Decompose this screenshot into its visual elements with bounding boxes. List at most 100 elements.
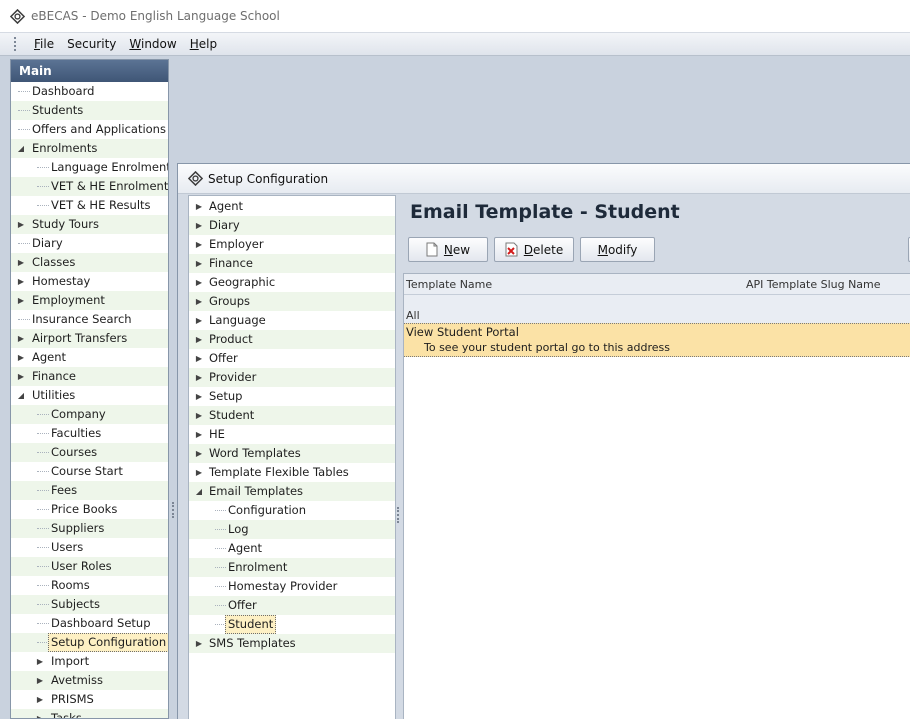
config-item-enrolment[interactable]: Enrolment <box>189 558 395 577</box>
collapse-arrow-icon[interactable]: ◢ <box>16 386 26 405</box>
config-item-student[interactable]: ▶ Student <box>189 406 395 425</box>
config-item-template-flexible-tables[interactable]: ▶ Template Flexible Tables <box>189 463 395 482</box>
sidebar-item-airport-transfers[interactable]: ▶ Airport Transfers <box>11 329 168 348</box>
expand-arrow-icon[interactable]: ▶ <box>194 197 204 216</box>
sidebar-item-course-start[interactable]: Course Start <box>11 462 168 481</box>
table-row[interactable]: View Student Portal <box>404 323 910 340</box>
table-row-preview[interactable]: To see your student portal go to this ad… <box>404 340 910 357</box>
expand-arrow-icon[interactable]: ▶ <box>16 367 26 386</box>
sidebar-item-courses[interactable]: Courses <box>11 443 168 462</box>
config-item-finance[interactable]: ▶ Finance <box>189 254 395 273</box>
expand-arrow-icon[interactable]: ▶ <box>16 215 26 234</box>
config-item-sms-templates[interactable]: ▶ SMS Templates <box>189 634 395 653</box>
sidebar-item-setup-configuration[interactable]: Setup Configuration <box>11 633 168 652</box>
delete-button[interactable]: Delete <box>494 237 574 262</box>
sidebar-item-suppliers[interactable]: Suppliers <box>11 519 168 538</box>
expand-arrow-icon[interactable]: ▶ <box>194 311 204 330</box>
config-item-offer[interactable]: Offer <box>189 596 395 615</box>
config-item-agent[interactable]: Agent <box>189 539 395 558</box>
config-item-geographic[interactable]: ▶ Geographic <box>189 273 395 292</box>
config-item-homestay-provider[interactable]: Homestay Provider <box>189 577 395 596</box>
sidebar-item-homestay[interactable]: ▶ Homestay <box>11 272 168 291</box>
expand-arrow-icon[interactable]: ▶ <box>35 690 45 709</box>
collapse-arrow-icon[interactable]: ◢ <box>16 139 26 158</box>
sidebar-item-avetmiss[interactable]: ▶ Avetmiss <box>11 671 168 690</box>
expand-arrow-icon[interactable]: ▶ <box>194 425 204 444</box>
expand-arrow-icon[interactable]: ▶ <box>194 216 204 235</box>
collapse-arrow-icon[interactable]: ◢ <box>194 482 204 501</box>
new-button[interactable]: New <box>408 237 488 262</box>
sidebar-item-tasks[interactable]: ▶ Tasks <box>11 709 168 718</box>
expand-arrow-icon[interactable]: ▶ <box>35 652 45 671</box>
sidebar-item-vet-and-he-enrolments[interactable]: VET & HE Enrolments <box>11 177 168 196</box>
config-item-language[interactable]: ▶ Language <box>189 311 395 330</box>
sidebar-item-enrolments[interactable]: ◢ Enrolments <box>11 139 168 158</box>
sidebar-item-user-roles[interactable]: User Roles <box>11 557 168 576</box>
expand-arrow-icon[interactable]: ▶ <box>194 273 204 292</box>
expand-arrow-icon[interactable]: ▶ <box>16 329 26 348</box>
sidebar-item-insurance-search[interactable]: Insurance Search <box>11 310 168 329</box>
config-item-word-templates[interactable]: ▶ Word Templates <box>189 444 395 463</box>
column-header-template-name[interactable]: Template Name <box>406 278 492 291</box>
config-item-diary[interactable]: ▶ Diary <box>189 216 395 235</box>
config-item-provider[interactable]: ▶ Provider <box>189 368 395 387</box>
expand-arrow-icon[interactable]: ▶ <box>194 406 204 425</box>
menu-help[interactable]: Help <box>190 37 217 51</box>
sidebar-item-agent[interactable]: ▶ Agent <box>11 348 168 367</box>
expand-arrow-icon[interactable]: ▶ <box>35 671 45 690</box>
expand-arrow-icon[interactable]: ▶ <box>194 330 204 349</box>
expand-arrow-icon[interactable]: ▶ <box>194 368 204 387</box>
sidebar-item-users[interactable]: Users <box>11 538 168 557</box>
sidebar-item-fees[interactable]: Fees <box>11 481 168 500</box>
modify-button[interactable]: Modify <box>580 237 655 262</box>
expand-arrow-icon[interactable]: ▶ <box>194 235 204 254</box>
config-item-he[interactable]: ▶ HE <box>189 425 395 444</box>
column-header-api-slug[interactable]: API Template Slug Name <box>746 278 881 291</box>
config-item-product[interactable]: ▶ Product <box>189 330 395 349</box>
config-item-groups[interactable]: ▶ Groups <box>189 292 395 311</box>
config-item-student[interactable]: Student <box>189 615 395 634</box>
expand-arrow-icon[interactable]: ▶ <box>16 348 26 367</box>
expand-arrow-icon[interactable]: ▶ <box>194 634 204 653</box>
sidebar-item-prisms[interactable]: ▶ PRISMS <box>11 690 168 709</box>
expand-arrow-icon[interactable]: ▶ <box>194 463 204 482</box>
menu-file[interactable]: File <box>34 37 54 51</box>
expand-arrow-icon[interactable]: ▶ <box>194 349 204 368</box>
sidebar-item-faculties[interactable]: Faculties <box>11 424 168 443</box>
expand-arrow-icon[interactable]: ▶ <box>16 253 26 272</box>
sidebar-item-finance[interactable]: ▶ Finance <box>11 367 168 386</box>
sidebar-item-students[interactable]: Students <box>11 101 168 120</box>
menu-security[interactable]: Security <box>67 37 116 51</box>
expand-arrow-icon[interactable]: ▶ <box>194 444 204 463</box>
sidebar-item-dashboard-setup[interactable]: Dashboard Setup <box>11 614 168 633</box>
sidebar-item-subjects[interactable]: Subjects <box>11 595 168 614</box>
expand-arrow-icon[interactable]: ▶ <box>194 387 204 406</box>
config-item-employer[interactable]: ▶ Employer <box>189 235 395 254</box>
sidebar-item-utilities[interactable]: ◢ Utilities <box>11 386 168 405</box>
expand-arrow-icon[interactable]: ▶ <box>16 272 26 291</box>
config-item-setup[interactable]: ▶ Setup <box>189 387 395 406</box>
config-item-configuration[interactable]: Configuration <box>189 501 395 520</box>
grid-filter-row[interactable]: All <box>404 295 910 323</box>
sidebar-item-price-books[interactable]: Price Books <box>11 500 168 519</box>
config-item-offer[interactable]: ▶ Offer <box>189 349 395 368</box>
sidebar-item-import[interactable]: ▶ Import <box>11 652 168 671</box>
menu-window[interactable]: Window <box>129 37 176 51</box>
sidebar-item-employment[interactable]: ▶ Employment <box>11 291 168 310</box>
expand-arrow-icon[interactable]: ▶ <box>35 709 45 718</box>
expand-arrow-icon[interactable]: ▶ <box>16 291 26 310</box>
sidebar-item-dashboard[interactable]: Dashboard <box>11 82 168 101</box>
config-item-log[interactable]: Log <box>189 520 395 539</box>
config-item-agent[interactable]: ▶ Agent <box>189 197 395 216</box>
expand-arrow-icon[interactable]: ▶ <box>194 292 204 311</box>
sidebar-item-classes[interactable]: ▶ Classes <box>11 253 168 272</box>
config-splitter-handle[interactable] <box>397 507 400 523</box>
expand-arrow-icon[interactable]: ▶ <box>194 254 204 273</box>
sidebar-item-vet-and-he-results[interactable]: VET & HE Results <box>11 196 168 215</box>
sidebar-item-company[interactable]: Company <box>11 405 168 424</box>
sidebar-item-diary[interactable]: Diary <box>11 234 168 253</box>
config-item-email-templates[interactable]: ◢ Email Templates <box>189 482 395 501</box>
sidebar-item-offers-and-applications[interactable]: Offers and Applications <box>11 120 168 139</box>
sidebar-item-language-enrolments[interactable]: Language Enrolments <box>11 158 168 177</box>
sidebar-item-rooms[interactable]: Rooms <box>11 576 168 595</box>
